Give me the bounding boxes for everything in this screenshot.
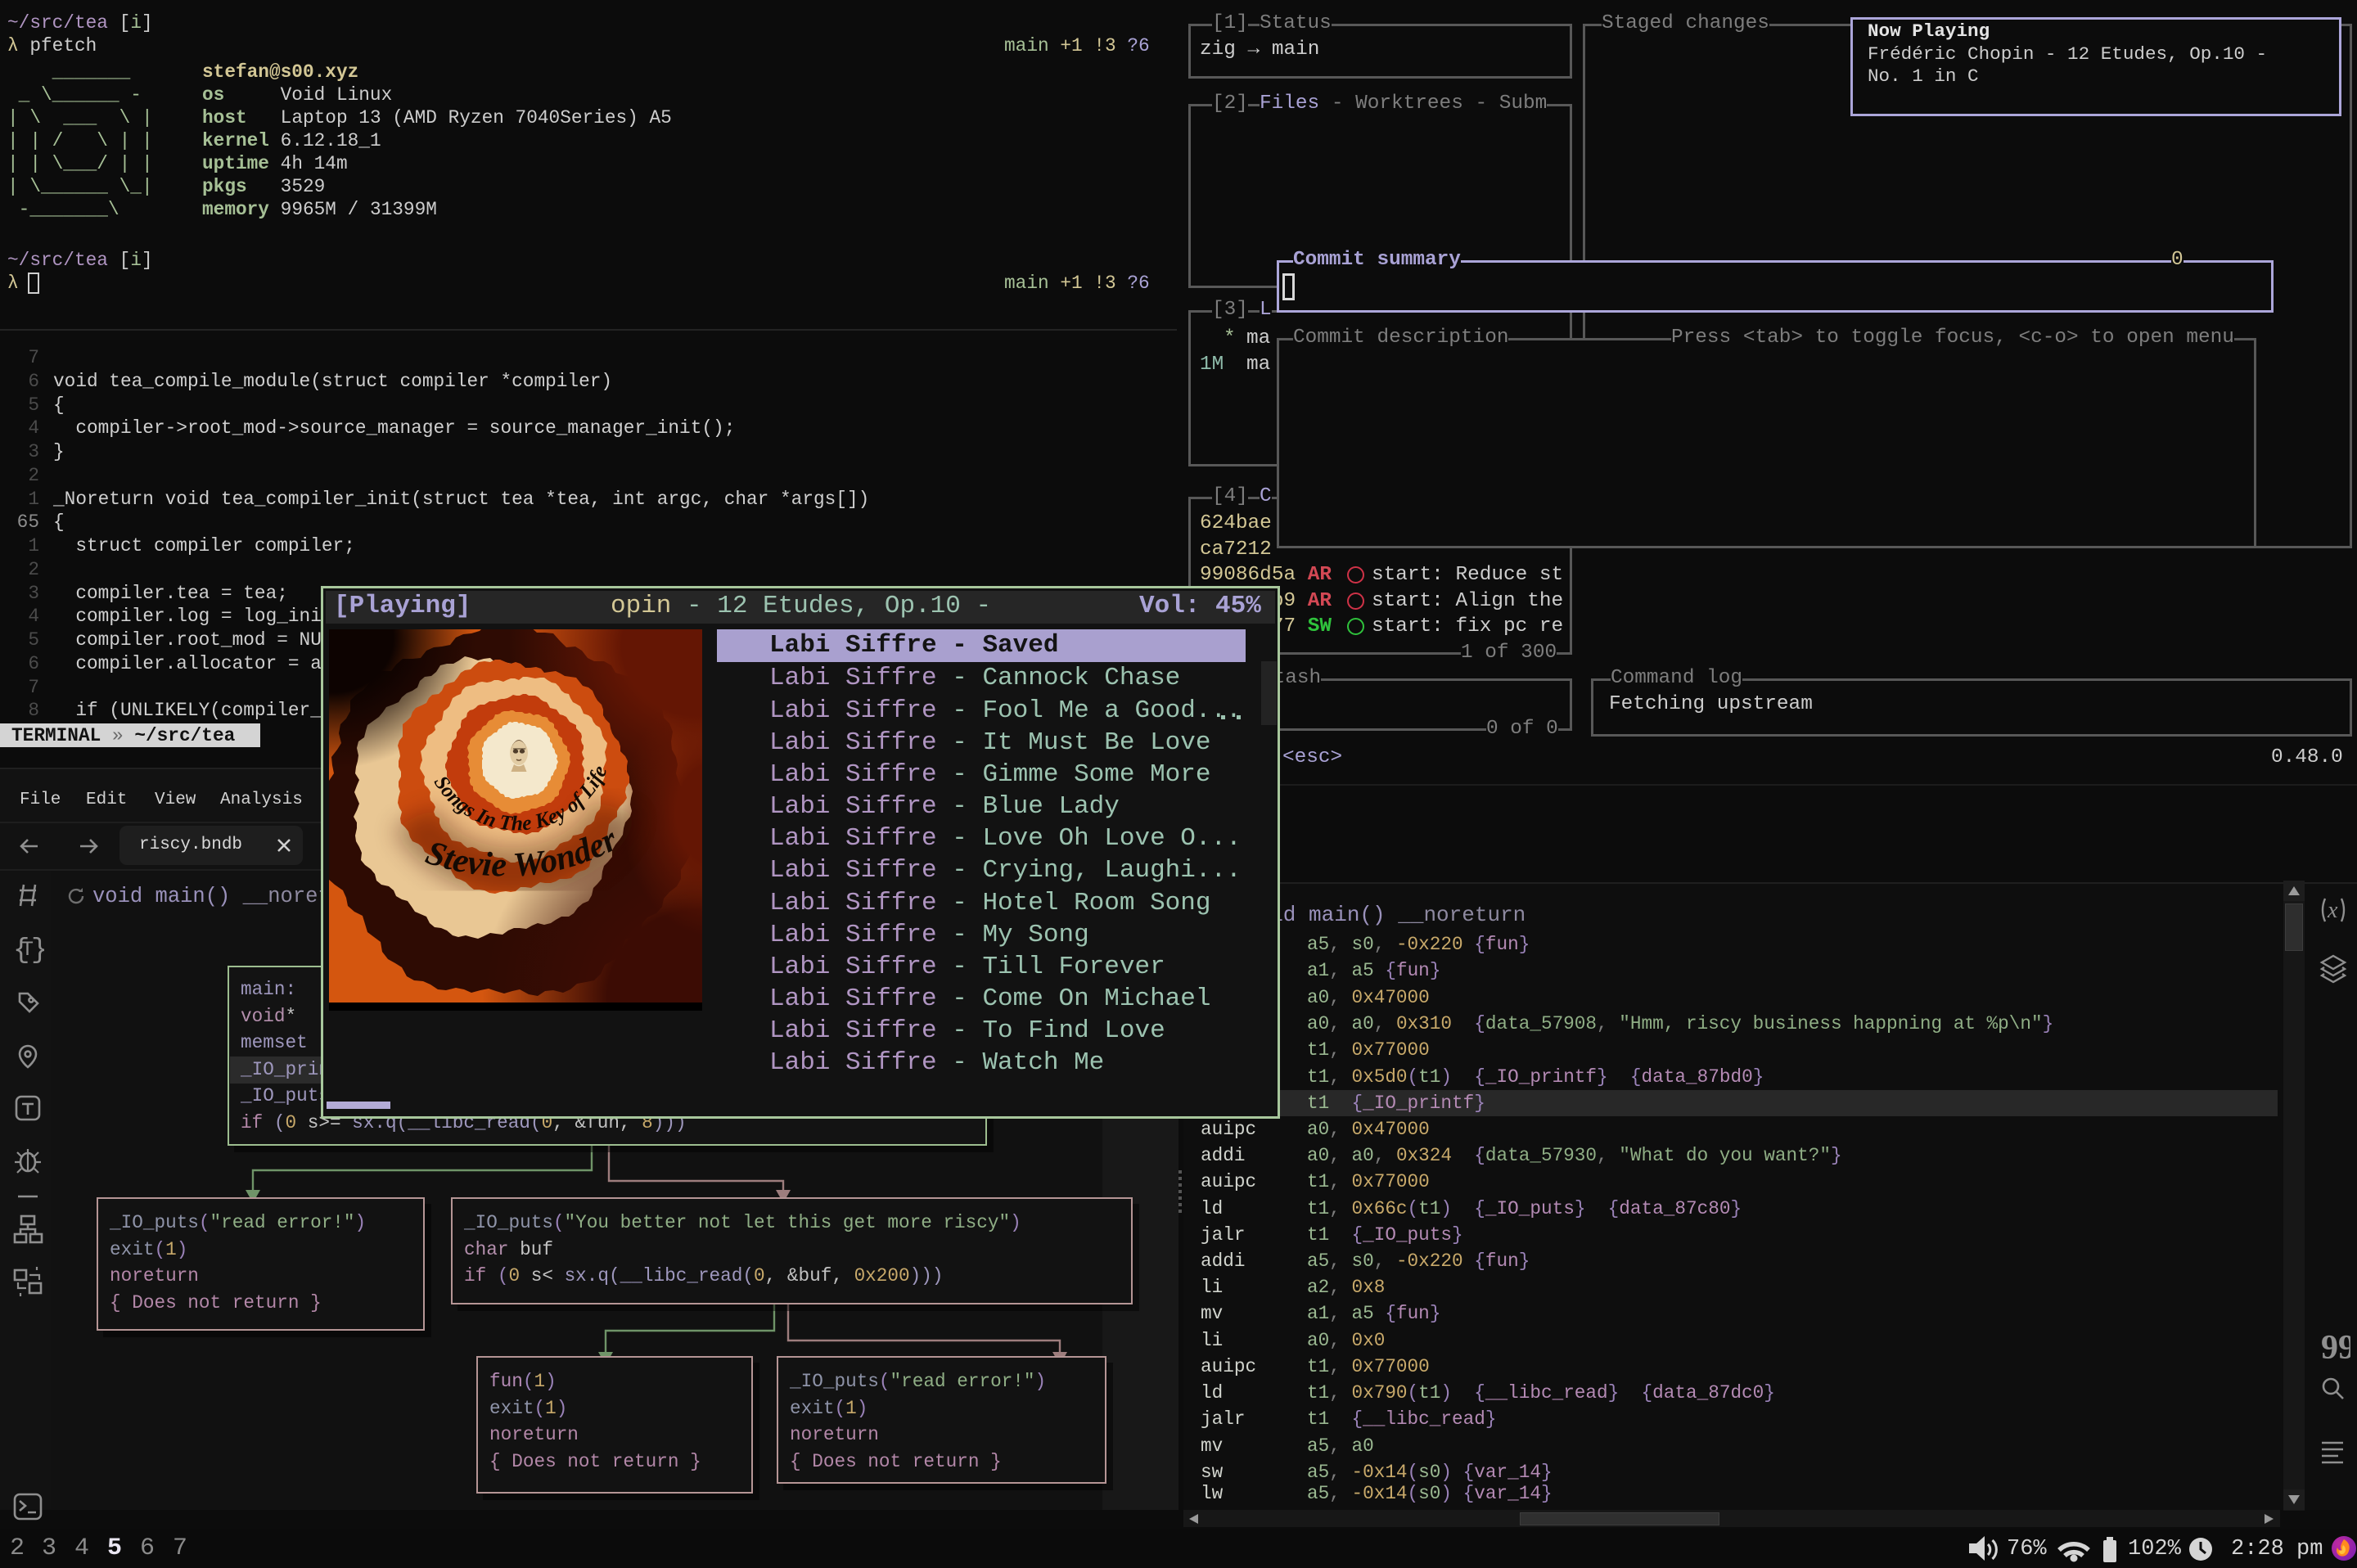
svg-text:T: T <box>21 938 34 962</box>
svg-text:99: 99 <box>2321 1329 2350 1367</box>
svg-text:x: x <box>2327 898 2338 923</box>
